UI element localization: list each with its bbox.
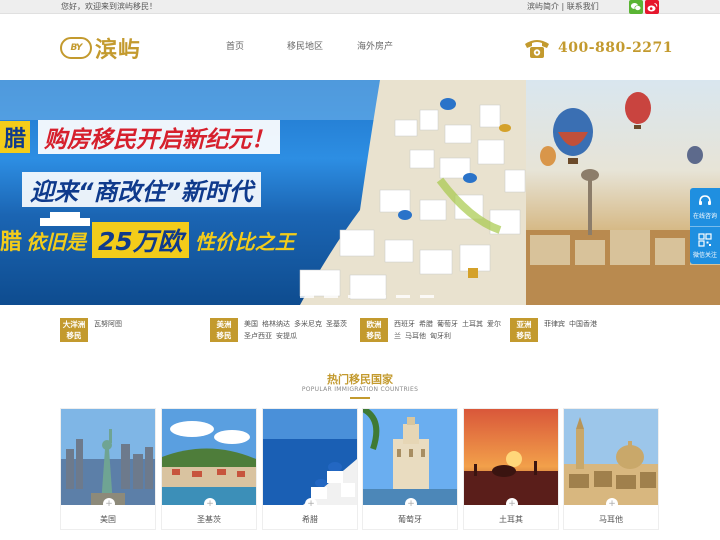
section-title: 热门移民国家 [327,373,393,386]
logo[interactable]: BY 滨屿 [60,31,141,65]
nav-home[interactable]: 首页 [226,15,244,80]
card-image [564,409,658,505]
country-card-usa[interactable]: + 美国 [60,408,156,530]
card-label: 圣基茨 [197,515,221,524]
country-link[interactable]: 瓦努阿图 [94,320,122,328]
region-strip: 大洋洲 移民 瓦努阿图 美洲 移民 美国 格林纳达 多米尼克 圣基茨圣卢西亚 安提瓜 欧洲移… [0,305,720,355]
plus-icon: + [204,498,216,510]
qrcode-icon [698,232,712,247]
region-asia: 亚洲 移民 菲律宾 中国香港 [510,318,654,342]
site-header: BY 滨屿 首页 移民地区 海外房产 400-880-2271 [0,15,720,80]
country-link[interactable]: 西班牙 [394,320,415,328]
region-europe: 欧洲 移民 西班牙 希腊 葡萄牙 土耳其 爱尔兰 马耳他 匈牙利 [360,318,504,342]
headline-3-a: 依旧是 [26,229,87,254]
card-label: 希腊 [302,515,318,524]
banner-headline-2: 迎来“商改住”新时代 [22,172,261,207]
plus-icon: + [405,498,417,510]
card-label: 葡萄牙 [398,515,422,524]
telephone-icon [525,40,549,58]
country-link[interactable]: 美国 [244,320,258,328]
online-consult-label: 在线咨询 [692,213,717,220]
region-americas: 美洲 移民 美国 格林纳达 多米尼克 圣基茨圣卢西亚 安提瓜 [210,318,354,342]
card-image [363,409,457,505]
country-link[interactable]: 马耳他 [405,332,426,340]
about-link[interactable]: 滨屿简介 [527,2,559,11]
headline-3-b: 25万欧 [92,222,189,258]
country-link[interactable]: 希腊 [419,320,433,328]
country-link[interactable]: 格林纳达 [262,320,290,328]
region-countries: 西班牙 希腊 葡萄牙 土耳其 爱尔兰 马耳他 匈牙利 [394,318,504,342]
region-badge[interactable]: 大洋洲 移民 [60,318,88,342]
wechat-follow-label: 微信关注 [692,251,717,259]
country-link[interactable]: 葡萄牙 [437,320,458,328]
headline-3-c: 性价比之王 [194,229,295,254]
region-countries: 菲律宾 中国香港 [544,318,654,342]
wechat-icon[interactable] [629,0,643,14]
country-card-st-kitts[interactable]: + 圣基茨 [161,408,257,530]
headline-3-left: 腊 [0,230,23,255]
region-countries: 瓦努阿图 [94,318,204,342]
country-link[interactable]: 匈牙利 [430,332,451,340]
contact-link[interactable]: 联系我们 [567,2,599,11]
top-bar: 您好，欢迎来到滨屿移民！ 滨屿简介 | 联系我们 [0,0,720,14]
card-label: 美国 [100,515,116,524]
logo-name: 滨屿 [95,37,142,63]
country-link[interactable]: 菲律宾 [544,320,565,328]
floating-toolbar: 在线咨询 微信关注 [690,188,720,264]
plus-icon: + [506,498,518,510]
card-label: 土耳其 [499,515,523,524]
country-card-malta[interactable]: + 马耳他 [563,408,659,530]
pagination-dot[interactable] [420,295,434,298]
pagination-dot[interactable] [372,295,386,298]
country-link[interactable]: 土耳其 [462,320,483,328]
section-subtitle: POPULAR IMMIGRATION COUNTRIES [301,386,419,393]
online-consult-button[interactable]: 在线咨询 [690,188,720,226]
banner-headline-3: 腊 依旧是 25万欧 性价比之王 [0,222,295,258]
card-image [464,409,558,505]
phone-number: 400-880-2271 [558,40,674,56]
pagination-dot[interactable] [396,295,410,298]
region-badge[interactable]: 欧洲 移民 [360,318,388,342]
nav-overseas-property[interactable]: 海外房产 [357,15,393,80]
card-image [61,409,155,505]
card-image [263,409,357,505]
country-cards: + 美国 + 圣基茨 + 希腊 + 葡萄牙 + 土耳其 + 马耳他 [60,408,660,532]
nav-regions[interactable]: 移民地区 [287,15,323,80]
country-link[interactable]: 圣基茨 [326,320,347,328]
hero-banner[interactable]: 腊 购房移民开启新纪元！ 迎来“商改住”新时代 腊 依旧是 25万欧 性价比之王 [0,80,720,305]
country-link[interactable]: 中国香港 [569,320,597,328]
country-link[interactable]: 圣卢西亚 [244,332,272,340]
headset-icon [699,195,711,205]
headline-1-text: 购房移民开启新纪元！ [38,120,281,154]
weibo-icon[interactable] [645,0,659,14]
link-separator: | [561,2,565,11]
logo-mark: BY [60,37,92,59]
region-oceania: 大洋洲 移民 瓦努阿图 [60,318,204,342]
region-badge[interactable]: 亚洲 移民 [510,318,538,342]
pagination-dot[interactable] [348,295,362,298]
banner-pagination[interactable] [300,295,434,298]
headline-1-left: 腊 [0,121,31,153]
plus-icon: + [606,498,618,510]
banner-headline-1: 腊 购房移民开启新纪元！ [0,120,281,154]
card-image [162,409,256,505]
country-link[interactable]: 安提瓜 [276,332,297,340]
wechat-follow-button[interactable]: 微信关注 [690,226,720,264]
country-card-turkey[interactable]: + 土耳其 [463,408,559,530]
top-links: 滨屿简介 | 联系我们 [527,0,599,14]
region-countries: 美国 格林纳达 多米尼克 圣基茨圣卢西亚 安提瓜 [244,318,354,342]
country-card-portugal[interactable]: + 葡萄牙 [362,408,458,530]
plus-icon: + [305,498,317,510]
pagination-dot[interactable] [324,295,338,298]
welcome-text: 您好，欢迎来到滨屿移民！ [61,2,157,11]
phone-block: 400-880-2271 [522,35,673,61]
pagination-dot[interactable] [300,295,314,298]
plus-icon: + [103,498,115,510]
country-link[interactable]: 多米尼克 [294,320,322,328]
card-label: 马耳他 [599,515,623,524]
country-card-greece[interactable]: + 希腊 [262,408,358,530]
section-divider [350,397,370,399]
region-badge[interactable]: 美洲 移民 [210,318,238,342]
